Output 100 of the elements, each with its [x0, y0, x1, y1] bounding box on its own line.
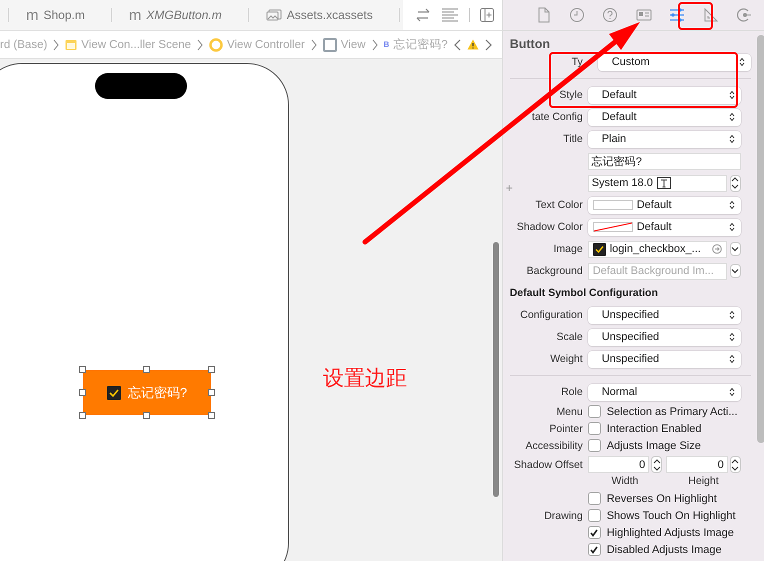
field-label: Weight — [550, 353, 583, 365]
scrollbar[interactable] — [756, 35, 764, 443]
field-label: Ty — [572, 56, 583, 68]
popup-menu[interactable]: Custom — [598, 54, 751, 70]
history-inspector-tab[interactable] — [568, 7, 585, 23]
updown-arrows-icon — [728, 112, 735, 122]
images-icon — [266, 9, 282, 21]
field-caption: Width — [612, 475, 638, 487]
resize-handle[interactable] — [143, 412, 150, 419]
number-field[interactable]: 0 — [666, 456, 728, 473]
updown-arrows-icon — [731, 458, 740, 472]
attributes-inspector-tab[interactable] — [669, 8, 686, 22]
checkbox[interactable] — [588, 509, 601, 522]
color-popup[interactable]: Default — [588, 218, 741, 236]
field-label: Style — [559, 89, 583, 101]
highlight-frame — [678, 2, 713, 30]
field-label: Menu — [556, 406, 583, 418]
add-editor-icon[interactable] — [480, 8, 494, 22]
font-field[interactable]: System 18.0 — [588, 174, 727, 192]
help-inspector-tab[interactable] — [602, 7, 618, 23]
warning-icon[interactable] — [466, 39, 479, 50]
checkbox-label: Disabled Adjusts Image — [606, 544, 722, 556]
chevron-icon — [310, 38, 317, 50]
circle-icon — [209, 38, 224, 52]
updown-arrows-icon — [728, 354, 735, 364]
resize-handle[interactable] — [79, 366, 86, 373]
chevron-icon — [197, 38, 204, 50]
file-tab[interactable]: Assets.xcassets — [248, 8, 391, 22]
title-field[interactable]: 忘记密码? — [588, 152, 741, 170]
stepper[interactable] — [651, 456, 662, 473]
lines-icon[interactable] — [440, 8, 459, 22]
chevron-icon — [372, 38, 378, 50]
field-label: tate Config — [532, 111, 583, 123]
number-field[interactable]: 0 — [588, 456, 650, 473]
checkbox[interactable] — [588, 422, 601, 435]
forward-icon[interactable] — [484, 38, 492, 50]
field-label: Image — [554, 243, 583, 255]
resize-handle[interactable] — [79, 412, 86, 419]
go-icon[interactable] — [712, 244, 722, 254]
size-inspector-tab[interactable] — [702, 7, 719, 23]
updown-arrows-icon — [731, 176, 740, 190]
popup-menu[interactable]: Normal — [588, 384, 741, 400]
resize-handle[interactable] — [208, 412, 215, 419]
connections-inspector-tab[interactable] — [736, 7, 752, 23]
identity-inspector-tab[interactable] — [636, 8, 652, 22]
updown-arrows-icon — [728, 332, 735, 342]
image-field[interactable]: login_checkbox_... — [588, 240, 727, 258]
scrollbar[interactable] — [493, 242, 499, 497]
popup-menu[interactable]: Default — [588, 108, 741, 126]
checkbox-label: Interaction Enabled — [606, 422, 702, 434]
field-label: Title — [563, 133, 583, 145]
stepper[interactable] — [730, 456, 741, 473]
dropdown-button[interactable] — [730, 242, 741, 256]
checkbox[interactable] — [588, 492, 601, 505]
square-icon — [322, 38, 337, 52]
checkbox-label: Reverses On Highlight — [606, 492, 717, 504]
checkbox[interactable] — [588, 439, 601, 452]
section-heading: Default Symbol Configuration — [510, 286, 659, 301]
file-tab[interactable]: m Shop.m — [9, 6, 103, 24]
updown-arrows-icon — [728, 134, 735, 144]
updown-arrows-icon — [728, 90, 735, 100]
resize-handle[interactable] — [208, 366, 215, 373]
field-label: Accessibility — [526, 440, 583, 452]
chevron-icon — [53, 38, 60, 50]
resize-handle[interactable] — [208, 389, 215, 396]
resize-handle[interactable] — [79, 389, 86, 396]
swap-icon[interactable] — [414, 8, 431, 22]
checkbox[interactable] — [588, 405, 601, 418]
stepper[interactable] — [730, 174, 741, 192]
field-label: Configuration — [520, 309, 583, 321]
updown-arrows-icon — [728, 200, 735, 210]
field-label: Text Color — [535, 199, 583, 211]
popup-menu[interactable]: Plain — [588, 130, 741, 148]
checkbox-label: Adjusts Image Size — [606, 440, 701, 452]
checkmark-icon — [589, 528, 600, 538]
file-tab[interactable]: m XMGButton.m — [112, 6, 240, 24]
checkbox[interactable] — [588, 543, 601, 556]
updown-arrows-icon — [728, 310, 735, 320]
checkbox-label: Selection as Primary Acti... — [606, 406, 738, 418]
popup-menu[interactable]: Unspecified — [588, 328, 741, 346]
dropdown-button[interactable] — [730, 264, 741, 278]
field-label: Pointer — [549, 422, 583, 434]
color-popup[interactable]: Default — [588, 196, 741, 214]
field-label: Shadow Color — [516, 221, 583, 233]
field-label: Role — [561, 386, 583, 398]
updown-arrows-icon — [728, 387, 735, 397]
back-icon[interactable] — [454, 38, 461, 50]
file-inspector-tab[interactable] — [537, 7, 552, 23]
section-title: Button — [510, 36, 551, 51]
popup-menu[interactable]: Unspecified — [588, 350, 741, 368]
field-caption: Height — [688, 475, 719, 487]
field-label: Background — [526, 265, 583, 277]
chevron-down-icon — [731, 268, 740, 274]
popup-menu[interactable]: Unspecified — [588, 306, 741, 324]
font-icon[interactable] — [656, 177, 671, 189]
annotation-text: 设置边距 — [323, 366, 407, 392]
field-label: Scale — [556, 331, 583, 343]
checkbox[interactable] — [588, 526, 601, 539]
popup-menu[interactable]: Default — [588, 86, 741, 104]
resize-handle[interactable] — [143, 366, 150, 373]
